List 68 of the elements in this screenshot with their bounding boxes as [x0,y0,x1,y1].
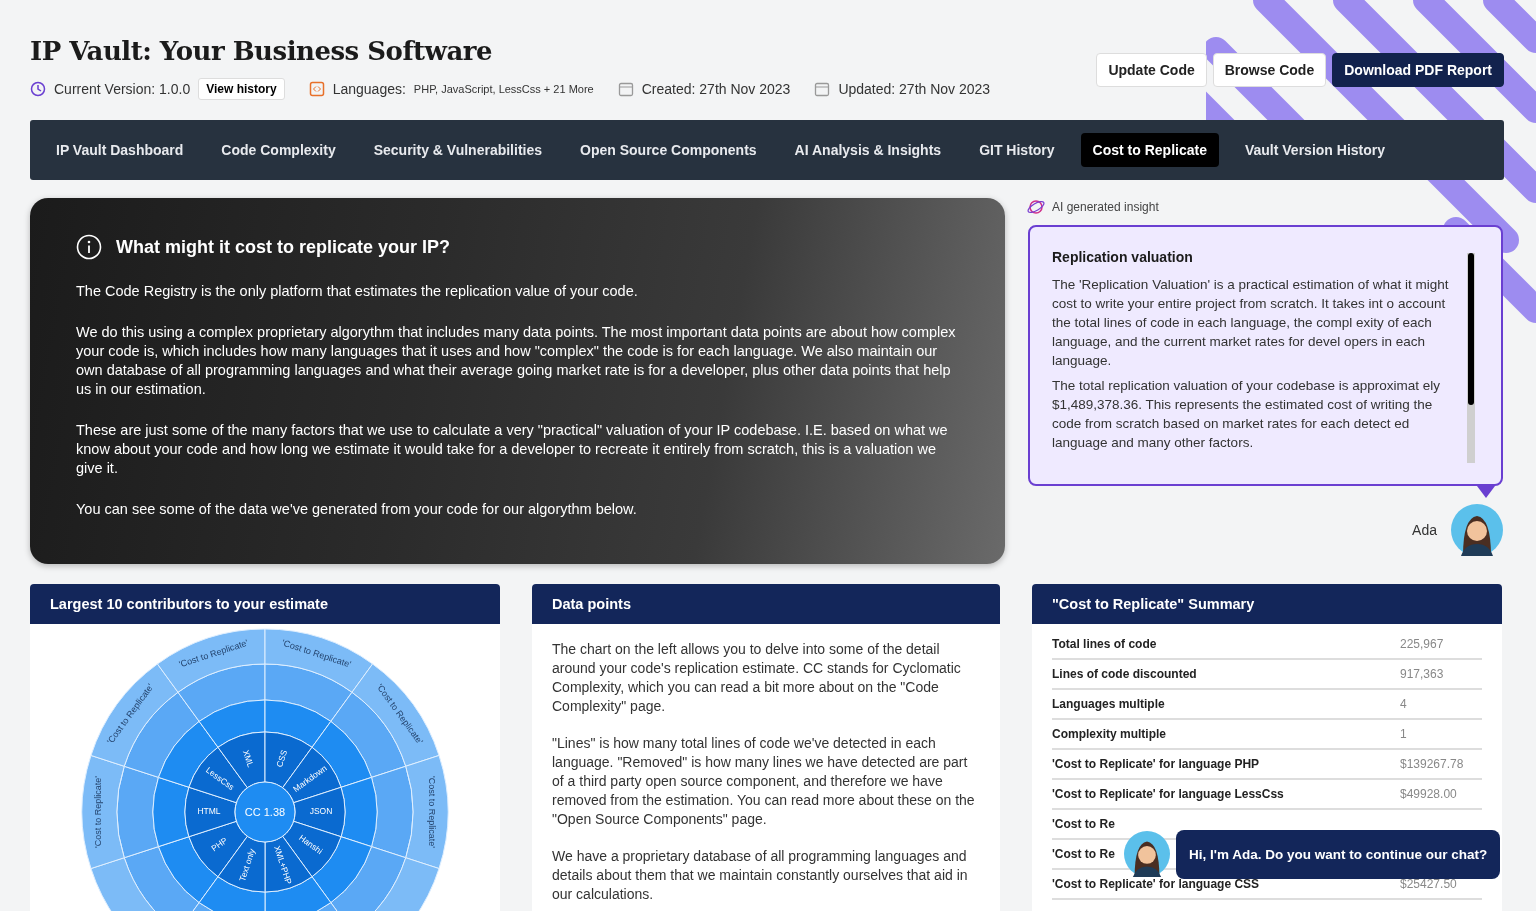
language-label: HTML [197,806,221,817]
summary-label: Complexity multiple [1052,719,1400,749]
insight-title: Replication valuation [1052,249,1194,265]
summary-value: 917,363 [1400,667,1444,681]
hero-title: What might it cost to replicate your IP? [116,236,451,258]
ai-insight-label: AI generated insight [1052,200,1159,214]
assistant-name: Ada [1412,522,1437,538]
summary-label: 'Cost to Replicate' for language LessCss [1052,779,1400,809]
segment-label: 'Cost to Replicate' [93,776,104,848]
hero-paragraph: We do this using a complex proprietary algorythm that includes many data points. The most important data points are about how complex your code is, which includes how many languages that it uses and how "complex" the code is for each language. We also maintain our own database of all programming languages and what their average going market rate is for a developer, plus other data points that help us in our estimation. [76,323,957,399]
nav-tab[interactable]: Open Source Components [568,133,769,167]
center-label: CC 1.38 [244,806,286,818]
avatar-icon [1124,829,1170,879]
nav-tab[interactable]: Security & Vulnerabilities [361,133,555,167]
action-button[interactable]: Browse Code [1212,53,1327,87]
language-label: PHP [209,835,230,854]
summary-label: 'Cost to Replicate' for language PHP [1052,749,1400,779]
card-header: "Cost to Replicate" Summary [1032,584,1502,624]
summary-value: 1 [1400,727,1407,741]
language-label: XML [240,748,256,769]
scrollbar[interactable] [1467,253,1475,463]
avatar-icon [1451,504,1503,556]
nav-tab[interactable]: AI Analysis & Insights [782,133,954,167]
language-label: JSON [309,806,333,817]
summary-label: Total lines of code [1052,630,1400,659]
language-label: CSS [274,748,290,769]
card-header: Data points [532,584,1000,624]
nav-tab[interactable]: IP Vault Dashboard [44,133,196,167]
summary-value: $25427.50 [1400,877,1457,891]
sunburst-segment [198,699,266,748]
sunburst-segment [264,699,332,748]
languages-value: PHP, JavaScript, LessCss + 21 More [413,83,594,95]
info-icon [76,234,102,260]
summary-label: Languages multiple [1052,689,1400,719]
card-header: Largest 10 contributors to your estimate [30,584,500,624]
insight-paragraph: The 'Replication Valuation' is a practical estimation of what it might cost to write your entire project from scratch. It takes int o account the total lines of code in each language, the compl exity of each language, and the current market rates for devel opers in each language. [1052,276,1450,370]
download-report-button[interactable]: Download PDF Report [1332,53,1504,87]
code-icon [308,81,325,97]
data-points-paragraph: "Lines" is how many total lines of code we've detected in each language. "Removed" is how many lines we have detected are part of a third party open source component, and therefore we have removed from the estimation. You can read more about these on the "Open Source Components" page. [552,734,976,829]
calendar-icon [814,81,831,97]
nav-tab[interactable]: Code Complexity [209,133,348,167]
hero-paragraph: You can see some of the data we've generated from your code for our algorythm below. [76,500,638,519]
segment-label: 'Cost to Replicate' [426,776,437,848]
chat-prompt-bubble[interactable]: Hi, I'm Ada. Do you want to continue our chat? [1176,829,1501,879]
view-history-button[interactable]: View history [198,78,285,100]
insight-paragraph: The total replication valuation of your codebase is approximat ely $1,489,378.36. This represents the estimated cost of writing the code from scratch based on market rates for each detect ed language and many other factors. [1052,377,1441,452]
calendar-icon [617,81,634,97]
summary-label: Lines of code discounted [1052,659,1400,689]
summary-value: $49928.00 [1400,787,1457,801]
summary-value: 4 [1400,697,1407,711]
clock-icon [30,81,46,97]
data-points-paragraph: The chart on the left allows you to delve into some of the detail around your code's replication estimate. CC stands for Cyclomatic Complexity, which you can read a bit more about on the "Code Complexity" page. [552,640,962,716]
summary-value: $139267.78 [1400,757,1464,771]
nav-tab[interactable]: Cost to Replicate [1080,133,1219,167]
hero-paragraph: The Code Registry is the only platform that estimates the replication value of your code. [76,282,639,301]
languages-label: Languages: [332,81,406,97]
updated-date: Updated: 27th Nov 2023 [838,81,991,97]
summary-value: 225,967 [1400,637,1444,651]
language-label: Text only [237,847,257,883]
nav-tab[interactable]: GIT History [967,133,1067,167]
nav-tab[interactable]: Vault Version History [1232,133,1397,167]
ai-icon [1026,198,1046,216]
created-date: Created: 27th Nov 2023 [641,81,791,97]
action-button[interactable]: Update Code [1096,53,1207,87]
data-points-paragraph: We have a proprietary database of all programming languages and details about them that we maintain constantly ourselves that aid in our calculations. [552,847,969,904]
version-text: Current Version: 1.0.0 [54,81,191,97]
hero-paragraph: These are just some of the many factors that we use to calculate a very "practical" valuation of your IP codebase. I.E. based on what we know about your code and how long we estimate it would take for a developer to recreate it entirely from scratch, this is a valuation we give it. [76,421,949,478]
page-title: IP Vault: Your Business Software [30,36,494,66]
